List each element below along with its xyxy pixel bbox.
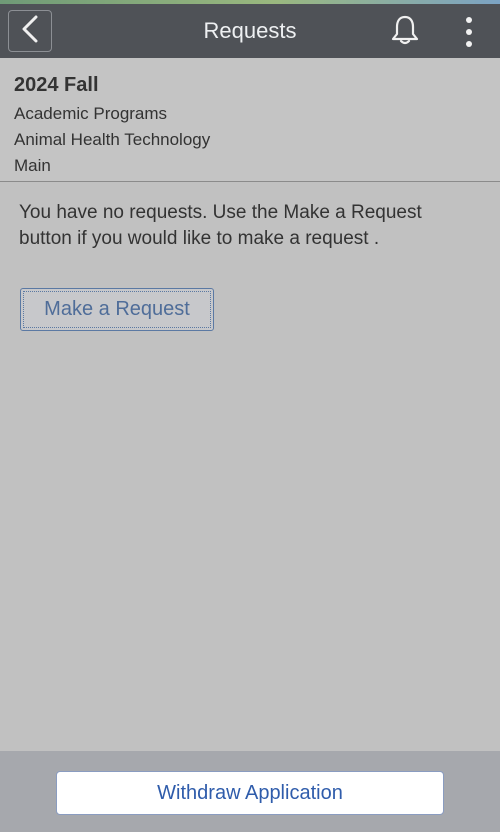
footer-bar: Withdraw Application xyxy=(0,751,500,832)
make-request-button[interactable]: Make a Request xyxy=(20,288,214,331)
withdraw-application-button[interactable]: Withdraw Application xyxy=(56,771,444,815)
program-label: Animal Health Technology xyxy=(14,130,211,149)
campus-label: Main xyxy=(14,156,51,175)
more-vertical-icon xyxy=(466,41,472,47)
chevron-left-icon xyxy=(21,15,39,48)
more-options-button[interactable] xyxy=(455,12,483,52)
empty-state-message: You have no requests. Use the Make a Req… xyxy=(19,202,422,249)
page-title: Requests xyxy=(203,18,297,43)
more-vertical-icon xyxy=(466,29,472,35)
back-button[interactable] xyxy=(8,10,52,52)
notifications-button[interactable] xyxy=(386,14,424,50)
context-panel: 2024 Fall Academic Programs Animal Healt… xyxy=(0,58,500,182)
term-label: 2024 Fall xyxy=(14,74,99,96)
career-label: Academic Programs xyxy=(14,104,168,123)
more-vertical-icon xyxy=(466,17,472,23)
bell-icon xyxy=(390,14,420,51)
top-bar: Requests xyxy=(0,4,500,58)
